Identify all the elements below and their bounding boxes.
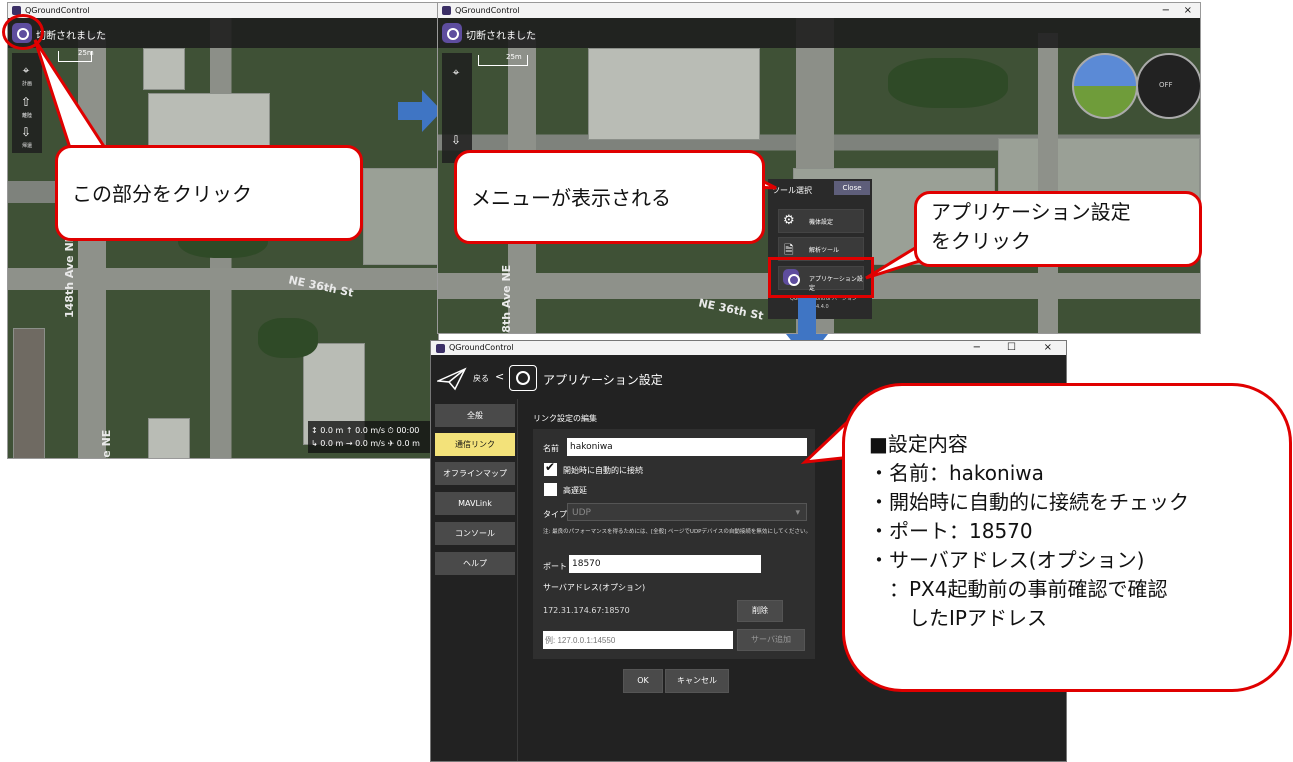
callout-menu-shown: メニューが表示される xyxy=(454,150,765,244)
plan-icon[interactable]: ⌖ xyxy=(449,65,463,79)
settings-sidebar: 全般 通信リンク オフラインマップ MAVLink コンソール ヘルプ xyxy=(431,399,518,761)
vehicle-setup-button[interactable]: ⚙ 機体設定 xyxy=(778,209,864,233)
map-building xyxy=(588,48,760,140)
sidebar-item-help[interactable]: ヘルプ xyxy=(435,552,515,575)
page-title: アプリケーション設定 xyxy=(543,373,663,387)
cancel-button[interactable]: キャンセル xyxy=(665,669,729,693)
callout-click-here-text: この部分をクリック xyxy=(72,182,252,206)
udp-note: 注: 最良のパフォーマンスを得るためには、[全般] ページでUDPデバイスの自動… xyxy=(543,529,812,535)
sidebar-item-general[interactable]: 全般 xyxy=(435,404,515,427)
telemetry-row-1: ↕ 0.0 m ↑ 0.0 m/s ⏱ 00:00 xyxy=(311,426,420,435)
street-label-ne36th: NE 36th St xyxy=(697,296,765,323)
paper-plane-icon[interactable] xyxy=(437,367,467,391)
callout-click-app-settings-text: アプリケーション設定 をクリック xyxy=(931,200,1131,253)
qgc-menu-icon[interactable] xyxy=(442,23,462,43)
server-address-label: サーバアドレス(オプション) xyxy=(543,583,646,592)
chevron-down-icon: ▾ xyxy=(795,508,800,518)
map-trees xyxy=(258,318,318,358)
callout-settings-content: ■設定内容 ・名前：hakoniwa ・開始時に自動的に接続をチェック ・ポート… xyxy=(842,383,1292,692)
delete-button[interactable]: 削除 xyxy=(737,600,783,622)
minimize-button[interactable]: − xyxy=(973,341,981,355)
compass-label: OFF xyxy=(1159,81,1173,89)
compass-indicator: OFF xyxy=(1136,53,1200,119)
map-road xyxy=(1038,33,1058,333)
top-toolbar: 切断されました xyxy=(438,18,1200,48)
street-label-ave: Ave NE xyxy=(100,429,113,458)
type-select[interactable]: UDP ▾ xyxy=(567,503,807,521)
telemetry-panel: ↕ 0.0 m ↑ 0.0 m/s ⏱ 00:00 ↳ 0.0 m → 0.0 … xyxy=(308,421,438,453)
gears-icon: ⚙ xyxy=(783,213,795,228)
scale-label: 25m xyxy=(506,53,522,61)
vehicle-setup-label: 機体設定 xyxy=(809,219,834,226)
settings-window-titlebar: QGroundControl − ☐ × xyxy=(431,341,1066,355)
sidebar-item-comm-links[interactable]: 通信リンク xyxy=(435,433,515,456)
type-value: UDP xyxy=(572,508,591,518)
window-2-title: QGroundControl xyxy=(455,6,520,15)
qgc-logo-icon xyxy=(442,6,451,15)
highlight-box-app-settings xyxy=(768,257,874,298)
ok-button[interactable]: OK xyxy=(623,669,663,693)
map-trees xyxy=(888,58,1008,108)
port-input[interactable]: 18570 xyxy=(569,555,761,573)
map-houses xyxy=(13,328,45,458)
section-title: リンク設定の編集 xyxy=(533,414,597,423)
back-chevron-icon[interactable]: < xyxy=(495,370,504,383)
sidebar-item-mavlink[interactable]: MAVLink xyxy=(435,492,515,515)
attitude-indicator xyxy=(1072,53,1138,119)
window-1-title: QGroundControl xyxy=(25,6,90,15)
server-address-value: 172.31.174.67:18570 xyxy=(543,606,630,615)
callout-click-app-settings: アプリケーション設定 をクリック xyxy=(914,191,1202,267)
callout-click-here: この部分をクリック xyxy=(55,145,363,241)
server-address-input[interactable] xyxy=(543,631,733,649)
map-building xyxy=(143,48,185,90)
type-label: タイプ xyxy=(543,510,567,519)
qgc-logo-icon xyxy=(436,344,445,353)
callout-menu-shown-text: メニューが表示される xyxy=(471,186,671,210)
link-edit-panel: 名前 hakoniwa ✔ 開始時に自動的に接続 高遅延 タイプ UDP ▾ 注… xyxy=(533,429,815,659)
checkmark-icon: ✔ xyxy=(545,460,556,474)
return-icon[interactable]: ⇩ xyxy=(449,133,463,147)
sidebar-item-console[interactable]: コンソール xyxy=(435,522,515,545)
telemetry-row-2: ↳ 0.0 m → 0.0 m/s ✈ 0.0 m xyxy=(311,439,420,448)
name-input[interactable]: hakoniwa xyxy=(567,438,807,456)
parking-structure xyxy=(363,168,438,265)
auto-connect-label: 開始時に自動的に接続 xyxy=(563,466,643,475)
map-building xyxy=(148,418,190,458)
add-server-button[interactable]: サーバ追加 xyxy=(737,629,805,651)
window-1-titlebar: QGroundControl xyxy=(8,3,438,18)
left-toolstrip: ⌖ ⇩ xyxy=(442,53,472,163)
connection-status: 切断されました xyxy=(466,31,536,42)
callout-settings-text: ■設定内容 ・名前：hakoniwa ・開始時に自動的に接続をチェック ・ポート… xyxy=(869,432,1189,630)
street-label-148th: 148th Ave NE xyxy=(63,234,76,318)
close-button[interactable]: × xyxy=(1044,341,1052,355)
sidebar-item-offline-maps[interactable]: オフラインマップ xyxy=(435,462,515,485)
close-button[interactable]: × xyxy=(1184,3,1192,18)
name-label: 名前 xyxy=(543,444,559,453)
port-label: ポート xyxy=(543,562,567,571)
high-latency-checkbox[interactable] xyxy=(544,483,557,496)
app-settings-icon xyxy=(509,365,537,391)
tool-menu-close-button[interactable]: Close xyxy=(834,181,870,195)
auto-connect-checkbox[interactable]: ✔ xyxy=(544,460,557,476)
settings-window-title: QGroundControl xyxy=(449,343,514,352)
callout-tail-1 xyxy=(33,39,108,150)
high-latency-label: 高遅延 xyxy=(563,486,587,495)
window-2-titlebar: QGroundControl − × xyxy=(438,3,1200,18)
minimize-button[interactable]: − xyxy=(1162,3,1170,18)
street-label-148th: 148th Ave NE xyxy=(500,264,513,333)
maximize-button[interactable]: ☐ xyxy=(1007,341,1016,355)
analyze-tools-label: 解析ツール xyxy=(809,247,840,254)
back-label[interactable]: 戻る xyxy=(473,373,489,384)
